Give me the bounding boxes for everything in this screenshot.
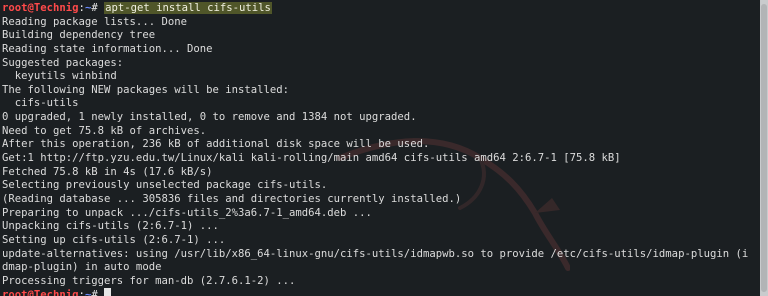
output-line: The following NEW packages will be insta…: [2, 83, 290, 96]
scrollbar-thumb[interactable]: [761, 4, 767, 292]
output-line: (Reading database ... 305836 files and d…: [2, 192, 462, 205]
output-line: keyutils winbind: [2, 70, 117, 83]
output-line: Setting up cifs-utils (2:6.7-1) ...: [2, 233, 226, 246]
output-line: Get:1 http://ftp.yzu.edu.tw/Linux/kali k…: [2, 152, 621, 165]
output-line: Processing triggers for man-db (2.7.6.1-…: [2, 274, 296, 287]
output-line: Need to get 75.8 kB of archives.: [2, 124, 207, 137]
output-line: Fetched 75.8 kB in 4s (17.6 kB/s): [2, 165, 213, 178]
prompt-user: root@Technig: [2, 289, 79, 296]
command-line: root@Technig:~# apt-get install cifs-uti…: [2, 2, 748, 16]
prompt-symbol: #: [91, 2, 98, 14]
output-line: update-alternatives: using /usr/lib/x86_…: [2, 247, 749, 260]
output-line: Building dependency tree: [2, 29, 156, 42]
output-line: Suggested packages:: [2, 56, 124, 69]
output-line: 0 upgraded, 1 newly installed, 0 to remo…: [2, 111, 417, 124]
output-line: Unpacking cifs-utils (2:6.7-1) ...: [2, 220, 219, 233]
output-line: Reading package lists... Done: [2, 15, 187, 28]
prompt-symbol: #: [91, 289, 98, 296]
prompt-user: root@Technig: [2, 2, 79, 14]
output-line: Selecting previously unselected package …: [2, 179, 328, 192]
output-line: After this operation, 236 kB of addition…: [2, 138, 430, 151]
output-line: cifs-utils: [2, 97, 79, 110]
text-cursor[interactable]: [104, 288, 112, 296]
terminal-output: root@Technig:~# apt-get install cifs-uti…: [2, 2, 748, 296]
output-line: Reading state information... Done: [2, 42, 213, 55]
command-text: apt-get install cifs-utils: [104, 2, 272, 14]
vertical-scrollbar[interactable]: [760, 0, 768, 296]
output-line: Preparing to unpack .../cifs-utils_2%3a6…: [2, 206, 372, 219]
terminal-window[interactable]: root@Technig:~# apt-get install cifs-uti…: [0, 0, 760, 296]
prompt-line[interactable]: root@Technig:~#: [2, 288, 748, 296]
output-line: dmap-plugin) in auto mode: [2, 261, 162, 274]
